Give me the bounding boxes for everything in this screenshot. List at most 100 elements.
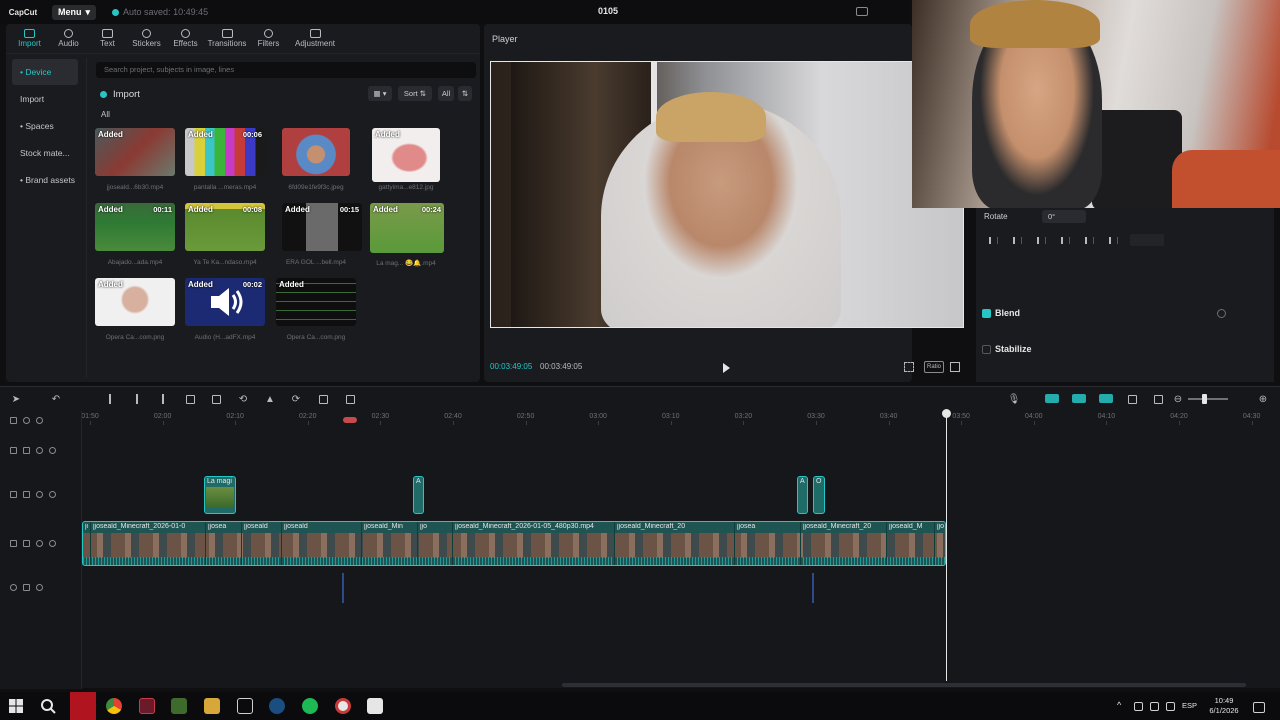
auto-reframe-icon[interactable] xyxy=(344,393,356,405)
chrome-icon[interactable] xyxy=(106,698,122,714)
delete-icon[interactable] xyxy=(184,393,196,405)
media-item[interactable]: Added xyxy=(372,128,440,182)
tab-import[interactable]: Import xyxy=(10,24,49,53)
capcut-icon[interactable] xyxy=(367,698,383,714)
media-item[interactable]: Added 00:06 xyxy=(185,128,265,176)
timeline-scrollbar[interactable] xyxy=(562,683,1246,687)
main-video-clip[interactable]: jo jjoseald_Minecraft_2026-01-0 jjosea j… xyxy=(82,521,946,566)
sidebar-item-spaces[interactable]: • Spaces xyxy=(12,113,78,139)
track-visibility-icon[interactable] xyxy=(36,540,43,547)
audio-clip-marker[interactable] xyxy=(812,573,814,603)
overlay-clip[interactable]: A xyxy=(797,476,808,514)
align-left-icon[interactable] xyxy=(986,234,1000,246)
track-audio-icon[interactable] xyxy=(36,584,43,591)
preview-canvas[interactable] xyxy=(490,61,964,328)
track-lock-icon[interactable] xyxy=(23,584,30,591)
tab-audio[interactable]: Audio xyxy=(49,24,88,53)
align-center-icon[interactable] xyxy=(1010,234,1024,246)
zoom-slider-track[interactable] xyxy=(1188,398,1228,400)
sidebar-item-import[interactable]: Import xyxy=(12,86,78,112)
overlay-clip[interactable]: O xyxy=(813,476,825,514)
reset-icon[interactable] xyxy=(1217,308,1226,318)
track-cover-icon[interactable] xyxy=(10,584,17,591)
import-label[interactable]: Import xyxy=(113,89,140,100)
align-middle-icon[interactable] xyxy=(1082,234,1096,246)
clip-segment[interactable]: jjo xyxy=(935,522,945,565)
clip-segment[interactable]: jjoseald_Minecraft_2026-01-05_480p30.mp4 xyxy=(453,522,615,565)
layout-icon[interactable] xyxy=(856,7,868,16)
clip-segment[interactable]: jjosea xyxy=(206,522,242,565)
tab-filters[interactable]: Filters xyxy=(249,24,288,53)
split-icon[interactable] xyxy=(104,393,116,405)
filter-all-button[interactable]: All xyxy=(438,86,454,101)
split-left-icon[interactable] xyxy=(131,393,143,405)
crop-icon[interactable] xyxy=(904,362,914,372)
preview-axis-icon[interactable] xyxy=(1126,393,1138,405)
stabilize-checkbox[interactable] xyxy=(982,344,991,354)
overlay-clip[interactable]: La magi xyxy=(204,476,236,514)
align-extra-button[interactable] xyxy=(1130,234,1164,246)
import-icon[interactable] xyxy=(100,90,107,98)
network-icon[interactable] xyxy=(1150,702,1159,711)
media-item[interactable]: Added 00:15 xyxy=(282,203,362,251)
track-lock-icon[interactable] xyxy=(23,491,30,498)
align-bottom-icon[interactable] xyxy=(1106,234,1120,246)
ratio-button[interactable]: Ratio xyxy=(924,361,944,373)
file-explorer-icon[interactable] xyxy=(204,698,220,714)
tab-transitions[interactable]: Transitions xyxy=(205,24,249,53)
zoom-out-icon[interactable]: ⊖ xyxy=(1172,393,1184,405)
tab-adjustment[interactable]: Adjustment xyxy=(288,24,342,53)
language-indicator[interactable]: ESP xyxy=(1182,701,1197,710)
crop-tool-icon[interactable] xyxy=(317,393,329,405)
notification-icon[interactable] xyxy=(1253,702,1265,713)
track-lock-icon[interactable] xyxy=(23,540,30,547)
clip-segment[interactable]: jjoseald xyxy=(282,522,362,565)
filter-icon[interactable]: ⇅ xyxy=(458,86,472,101)
tab-stickers[interactable]: Stickers xyxy=(127,24,166,53)
clip-segment[interactable]: jjoseald_Minecraft_20 xyxy=(801,522,887,565)
minecraft-icon[interactable] xyxy=(171,698,187,714)
auto-snap-icon[interactable] xyxy=(1072,394,1086,403)
clip-segment[interactable]: jjoseald_M xyxy=(887,522,935,565)
media-item[interactable]: Added 00:08 xyxy=(185,203,265,251)
top-track-clip[interactable] xyxy=(343,417,357,423)
zoom-fit-icon[interactable]: ⊕ xyxy=(1257,393,1269,405)
track-lock-icon[interactable] xyxy=(10,417,17,424)
windows-start-icon[interactable] xyxy=(8,698,24,714)
track-cover-icon[interactable] xyxy=(10,447,17,454)
track-visibility-icon[interactable] xyxy=(36,491,43,498)
clip-segment[interactable]: jjoseald_Min xyxy=(362,522,418,565)
track-audio-icon[interactable] xyxy=(36,417,43,424)
sidebar-item-brand-assets[interactable]: • Brand assets xyxy=(12,167,78,193)
caption-icon[interactable] xyxy=(1152,393,1164,405)
media-item[interactable]: Added 00:24 xyxy=(370,203,444,253)
split-right-icon[interactable] xyxy=(157,393,169,405)
freeze-icon[interactable] xyxy=(210,393,222,405)
project-name[interactable]: 0105 xyxy=(598,6,618,16)
app-icon[interactable] xyxy=(335,698,351,714)
media-item[interactable]: Added xyxy=(276,278,356,326)
blend-section[interactable]: Blend xyxy=(982,306,1262,320)
align-right-icon[interactable] xyxy=(1034,234,1048,246)
clip-segment[interactable]: jjosea xyxy=(735,522,801,565)
align-top-icon[interactable] xyxy=(1058,234,1072,246)
spotify-icon[interactable] xyxy=(302,698,318,714)
fullscreen-icon[interactable] xyxy=(950,362,960,372)
volume-icon[interactable] xyxy=(1166,702,1175,711)
app-icon[interactable] xyxy=(139,698,155,714)
clip-segment[interactable]: jjoseald_Minecraft_2026-01-0 xyxy=(91,522,206,565)
tab-text[interactable]: Text xyxy=(88,24,127,53)
zoom-slider-handle[interactable] xyxy=(1202,394,1207,404)
play-icon[interactable] xyxy=(723,363,730,373)
track-visibility-icon[interactable] xyxy=(36,447,43,454)
track-audio-icon[interactable] xyxy=(49,540,56,547)
overlay-clip[interactable]: A xyxy=(413,476,424,514)
clip-segment[interactable]: jo xyxy=(83,522,91,565)
media-item[interactable]: Added 00:02 xyxy=(185,278,265,326)
search-icon[interactable] xyxy=(40,698,56,714)
clock[interactable]: 10:49 6/1/2026 xyxy=(1206,696,1242,716)
blend-checkbox[interactable] xyxy=(982,308,991,318)
track-audio-icon[interactable] xyxy=(49,491,56,498)
track-audio-icon[interactable] xyxy=(49,447,56,454)
view-mode-button[interactable]: ▦ ▾ xyxy=(368,86,392,101)
